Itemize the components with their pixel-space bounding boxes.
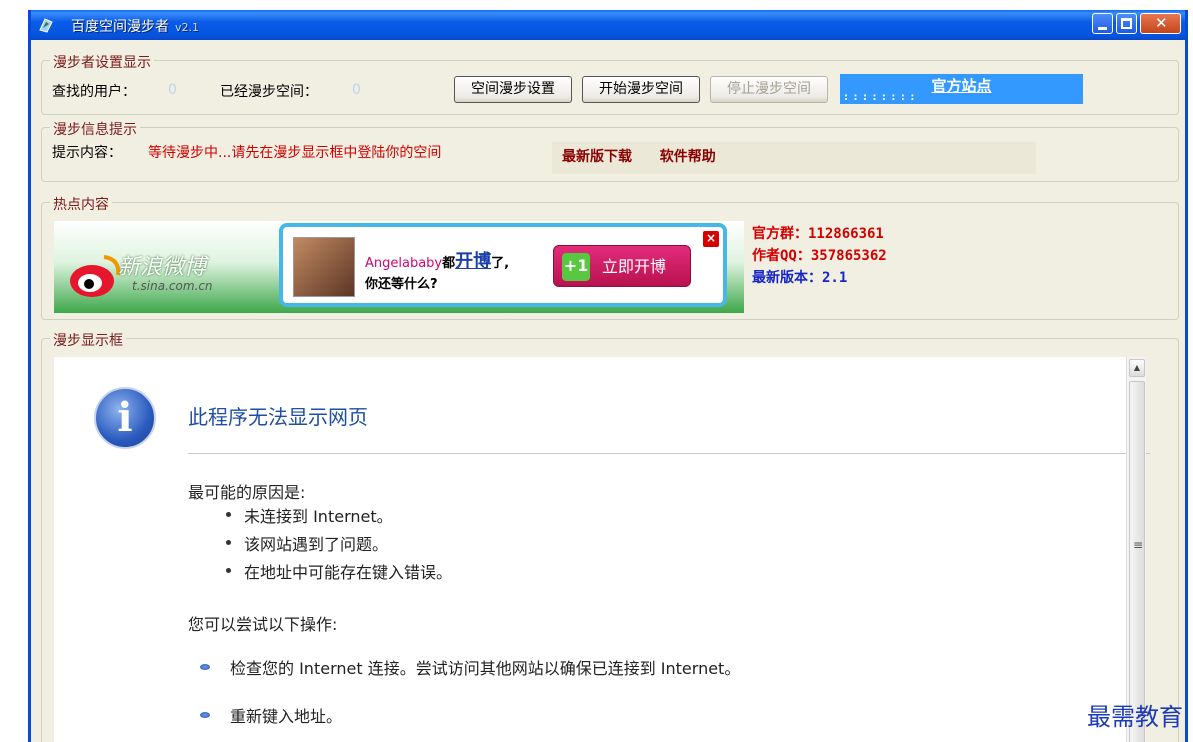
app-icon [39, 18, 53, 33]
hot-content-legend: 热点内容 [50, 194, 112, 214]
bullet-icon [200, 664, 210, 670]
tip-label: 提示内容： [52, 145, 122, 161]
close-icon: ✕ [1155, 14, 1168, 32]
weibo-url: t.sina.com.cn [132, 279, 213, 293]
ad-subline: 你还等什么? [365, 277, 438, 292]
official-site-dots: : : : : : : : : [844, 92, 916, 103]
display-legend: 漫步显示框 [50, 330, 126, 350]
hot-content-group: 热点内容 新浪微博 t.sina.com.cn Angelababy都开博了, … [41, 194, 1179, 320]
reason-item: 该网站遇到了问题。 [244, 535, 389, 554]
scroll-up-icon[interactable]: ▲ [1129, 359, 1145, 377]
reason-item: 未连接到 Internet。 [244, 507, 393, 526]
weibo-logo-icon [70, 255, 121, 297]
found-users-label: 查找的用户： [52, 84, 136, 100]
watermark: 最需教育 [1087, 703, 1183, 731]
official-site-link[interactable]: 官方站点 : : : : : : : : [840, 74, 1083, 104]
scroll-thumb[interactable]: ≡ [1129, 381, 1145, 742]
tip-text: 等待漫步中...请先在漫步显示框中登陆你的空间 [148, 145, 442, 161]
bullet-icon [226, 512, 231, 517]
action-item: 重新键入地址。 [230, 707, 343, 726]
vertical-scrollbar[interactable]: ▲ ≡ [1126, 357, 1146, 742]
avatar [293, 237, 355, 297]
try-heading: 您可以尝试以下操作: [188, 615, 338, 634]
settings-group: 漫步者设置显示 查找的用户： 0 已经漫步空间： 0 空间漫步设置 开始漫步空间… [41, 52, 1179, 115]
ad-close-icon[interactable]: × [703, 231, 719, 247]
bullet-icon [200, 712, 210, 718]
action-item: 检查您的 Internet 连接。尝试访问其他网站以确保已连接到 Interne… [230, 659, 741, 678]
page: 百度空间漫步者 v2.1 ✕ 漫步者设置显示 查找的用户： 0 已经漫步空间： 0… [0, 0, 1193, 742]
title-bar[interactable]: 百度空间漫步者 v2.1 ✕ [31, 10, 1185, 40]
display-group: 漫步显示框 i 此程序无法显示网页 最可能的原因是: 未连接到 Internet… [41, 330, 1179, 742]
reasons-heading: 最可能的原因是: [188, 483, 306, 502]
browser-view[interactable]: i 此程序无法显示网页 最可能的原因是: 未连接到 Internet。 该网站遇… [54, 357, 1150, 742]
download-link[interactable]: 最新版下载 [562, 149, 632, 165]
reason-item: 在地址中可能存在键入错误。 [244, 563, 453, 582]
info-group: 漫步信息提示 提示内容： 等待漫步中...请先在漫步显示框中登陆你的空间 最新版… [41, 119, 1179, 182]
ad-headline: Angelababy都开博了, [365, 251, 510, 272]
minimize-icon [1098, 27, 1107, 30]
maximize-icon [1121, 18, 1132, 29]
stop-walk-button[interactable]: 停止漫步空间 [710, 76, 828, 103]
found-users-value: 0 [168, 82, 177, 98]
official-site-label: 官方站点 [931, 77, 992, 95]
divider [188, 453, 1150, 454]
latest-version: 最新版本：2.1 [752, 270, 848, 286]
close-button[interactable]: ✕ [1140, 13, 1181, 34]
open-blog-button[interactable]: +1 立即开博 [553, 245, 691, 287]
info-icon: i [94, 387, 156, 449]
info-legend: 漫步信息提示 [50, 119, 140, 139]
weibo-logo-text: 新浪微博 [118, 255, 207, 280]
error-title: 此程序无法显示网页 [188, 405, 368, 429]
author-qq: 作者QQ：357865362 [752, 248, 887, 264]
app-window: 百度空间漫步者 v2.1 ✕ 漫步者设置显示 查找的用户： 0 已经漫步空间： 0… [28, 10, 1188, 742]
minimize-button[interactable] [1092, 13, 1113, 34]
weibo-ad-banner[interactable]: 新浪微博 t.sina.com.cn Angelababy都开博了, 你还等什么… [54, 221, 744, 313]
plus-one-icon: +1 [562, 253, 590, 281]
links-bar: 最新版下载 软件帮助 [552, 142, 1036, 174]
scroll-grip-icon: ≡ [1133, 538, 1144, 552]
bullet-icon [226, 540, 231, 545]
walked-spaces-value: 0 [352, 82, 361, 98]
start-walk-button[interactable]: 开始漫步空间 [582, 76, 700, 103]
walked-spaces-label: 已经漫步空间： [220, 84, 318, 100]
help-link[interactable]: 软件帮助 [660, 149, 716, 165]
qq-group: 官方群：112866361 [752, 226, 884, 242]
window-title: 百度空间漫步者 v2.1 [71, 19, 200, 35]
ad-popup: Angelababy都开博了, 你还等什么? +1 立即开博 × [279, 223, 727, 307]
space-walk-settings-button[interactable]: 空间漫步设置 [454, 76, 572, 103]
maximize-button[interactable] [1116, 13, 1137, 34]
settings-legend: 漫步者设置显示 [50, 52, 154, 72]
bullet-icon [226, 568, 231, 573]
